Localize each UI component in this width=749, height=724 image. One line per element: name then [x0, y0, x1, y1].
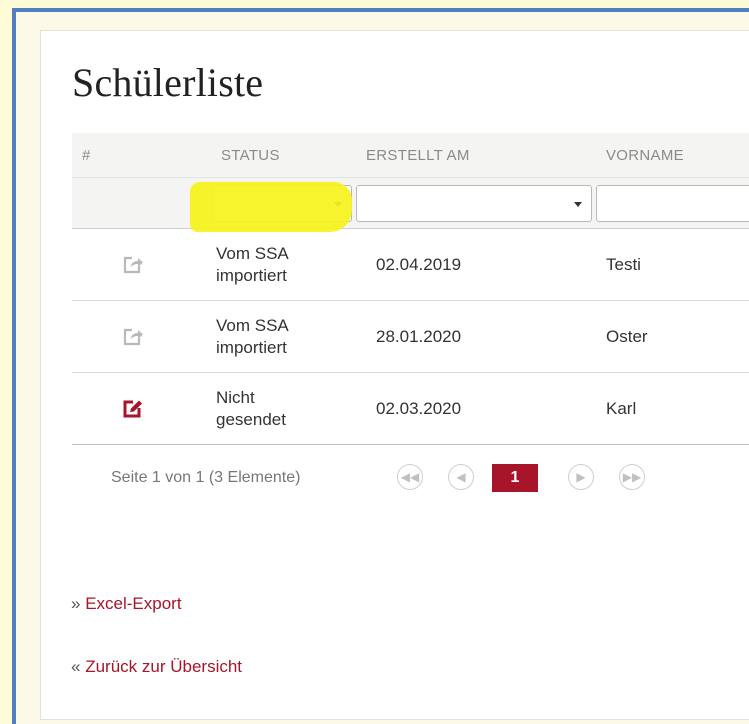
- back-label[interactable]: Zurück zur Übersicht: [85, 657, 242, 676]
- filter-cell-firstname: [594, 177, 749, 229]
- excel-export-link[interactable]: » Excel-Export: [71, 594, 182, 614]
- first-page-icon[interactable]: ◀◀: [397, 464, 423, 490]
- filter-cell-number: [72, 177, 194, 229]
- content-panel: Schülerliste # STATUS ERSTELLT AM VORNAM…: [40, 30, 749, 720]
- status-line1: Vom SSA: [216, 315, 289, 335]
- row-action-cell[interactable]: [72, 300, 194, 373]
- last-page-icon[interactable]: ▶▶: [619, 464, 645, 490]
- firstname-cell: Testi: [594, 228, 749, 301]
- pager: Seite 1 von 1 (3 Elemente) ◀◀ ◀ 1 ▶ ▶▶: [111, 463, 711, 493]
- filter-row: [72, 177, 749, 229]
- column-header-firstname[interactable]: VORNAME: [594, 133, 749, 178]
- table-row[interactable]: Nicht gesendet 02.03.2020 Karl: [72, 372, 749, 445]
- excel-export-label[interactable]: Excel-Export: [85, 594, 181, 613]
- back-link[interactable]: « Zurück zur Übersicht: [71, 657, 242, 677]
- column-header-number[interactable]: #: [72, 133, 194, 178]
- status-line2: importiert: [216, 337, 287, 357]
- firstname-cell: Karl: [594, 372, 749, 445]
- firstname-cell: Oster: [594, 300, 749, 373]
- created-cell: 28.01.2020: [354, 300, 594, 373]
- edit-icon[interactable]: [122, 399, 144, 419]
- prev-page-icon[interactable]: ◀: [448, 464, 474, 490]
- status-cell: Vom SSA importiert: [194, 228, 354, 301]
- current-page-button[interactable]: 1: [492, 464, 538, 492]
- created-filter-select[interactable]: [356, 184, 592, 222]
- created-cell: 02.03.2020: [354, 372, 594, 445]
- status-cell: Vom SSA importiert: [194, 300, 354, 373]
- page-title: Schülerliste: [72, 60, 264, 105]
- filter-cell-created: [354, 177, 594, 229]
- next-page-icon[interactable]: ▶: [568, 464, 594, 490]
- student-table: # STATUS ERSTELLT AM VORNAME Vom SSA imp…: [72, 133, 749, 445]
- share-icon[interactable]: [122, 327, 144, 347]
- export-bullet: »: [71, 594, 81, 613]
- share-icon[interactable]: [122, 255, 144, 275]
- pager-info: Seite 1 von 1 (3 Elemente): [111, 469, 301, 486]
- status-line1: Vom SSA: [216, 243, 289, 263]
- status-line2: gesendet: [216, 409, 286, 429]
- yellow-highlight-marker: [190, 182, 352, 232]
- status-line1: Nicht: [216, 387, 255, 407]
- table-row[interactable]: Vom SSA importiert 28.01.2020 Oster: [72, 300, 749, 373]
- status-line2: importiert: [216, 265, 287, 285]
- table-row[interactable]: Vom SSA importiert 02.04.2019 Testi: [72, 228, 749, 301]
- firstname-filter-input[interactable]: [596, 184, 749, 222]
- column-header-status[interactable]: STATUS: [194, 133, 354, 178]
- row-action-cell[interactable]: [72, 228, 194, 301]
- chevron-down-icon: [574, 201, 582, 207]
- table-header-row: # STATUS ERSTELLT AM VORNAME: [72, 133, 749, 178]
- back-bullet: «: [71, 657, 81, 676]
- column-header-created[interactable]: ERSTELLT AM: [354, 133, 594, 178]
- status-cell: Nicht gesendet: [194, 372, 354, 445]
- row-action-cell[interactable]: [72, 372, 194, 445]
- created-cell: 02.04.2019: [354, 228, 594, 301]
